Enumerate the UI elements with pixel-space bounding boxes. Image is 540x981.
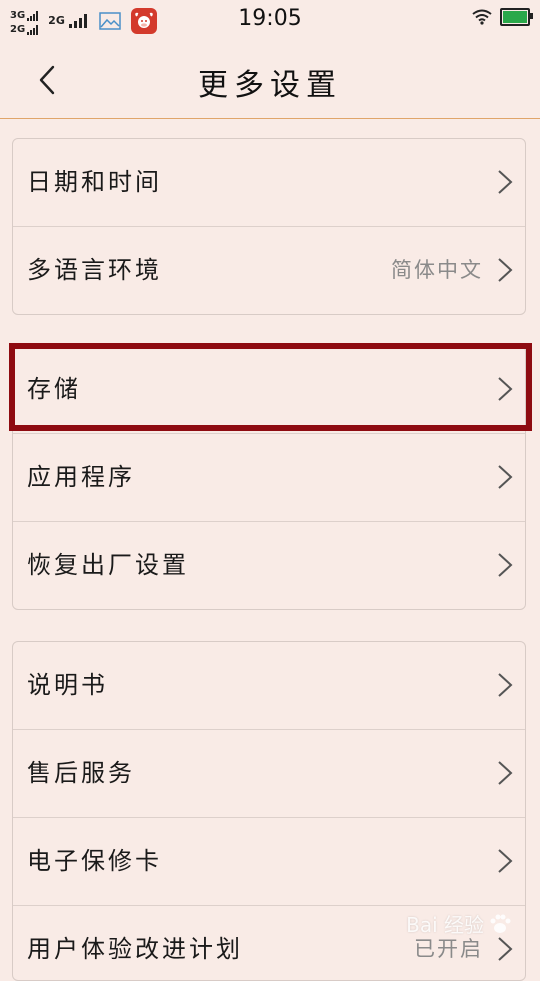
settings-item-value: 简体中文 [391,258,483,282]
status-time: 19:05 [238,6,302,31]
header: 更多设置 [0,40,540,119]
settings-item-label: 存储 [27,375,81,403]
settings-item-label: 恢复出厂设置 [27,551,189,579]
watermark-text: Bai 经验 [406,913,484,937]
chevron-right-icon [498,170,513,194]
chevron-right-icon [498,258,513,282]
status-right [472,8,533,26]
settings-item-label: 用户体验改进计划 [27,935,243,963]
status-bar: 3G 2G 2G 19:05 [0,0,540,40]
settings-group-general: 日期和时间 多语言环境 简体中文 [12,138,526,315]
watermark: Bai 经验 [406,909,512,938]
settings-item-label: 日期和时间 [27,168,162,196]
settings-group-system: 存储 应用程序 恢复出厂设置 [12,345,526,610]
settings-item-applications[interactable]: 应用程序 [13,433,525,521]
chevron-right-icon [498,937,513,961]
settings-item-label: 电子保修卡 [27,847,162,875]
settings-item-date-time[interactable]: 日期和时间 [13,139,525,226]
battery-icon [500,8,533,26]
page-title: 更多设置 [198,68,342,103]
chevron-right-icon [498,849,513,873]
settings-item-label: 说明书 [27,671,108,699]
chevron-right-icon [498,761,513,785]
settings-item-warranty-card[interactable]: 电子保修卡 [13,817,525,905]
paw-icon [490,914,511,933]
settings-item-manual[interactable]: 说明书 [13,642,525,729]
wifi-icon [472,9,492,25]
chevron-right-icon [498,465,513,489]
chevron-right-icon [498,673,513,697]
settings-item-storage[interactable]: 存储 [13,346,525,433]
chevron-right-icon [498,377,513,401]
chevron-right-icon [498,553,513,577]
settings-item-label: 应用程序 [27,463,135,491]
settings-item-label: 售后服务 [27,759,135,787]
settings-item-after-sales[interactable]: 售后服务 [13,729,525,817]
battery-fill [503,11,527,23]
settings-item-factory-reset[interactable]: 恢复出厂设置 [13,521,525,609]
settings-item-language[interactable]: 多语言环境 简体中文 [13,226,525,314]
settings-item-label: 多语言环境 [27,256,162,284]
